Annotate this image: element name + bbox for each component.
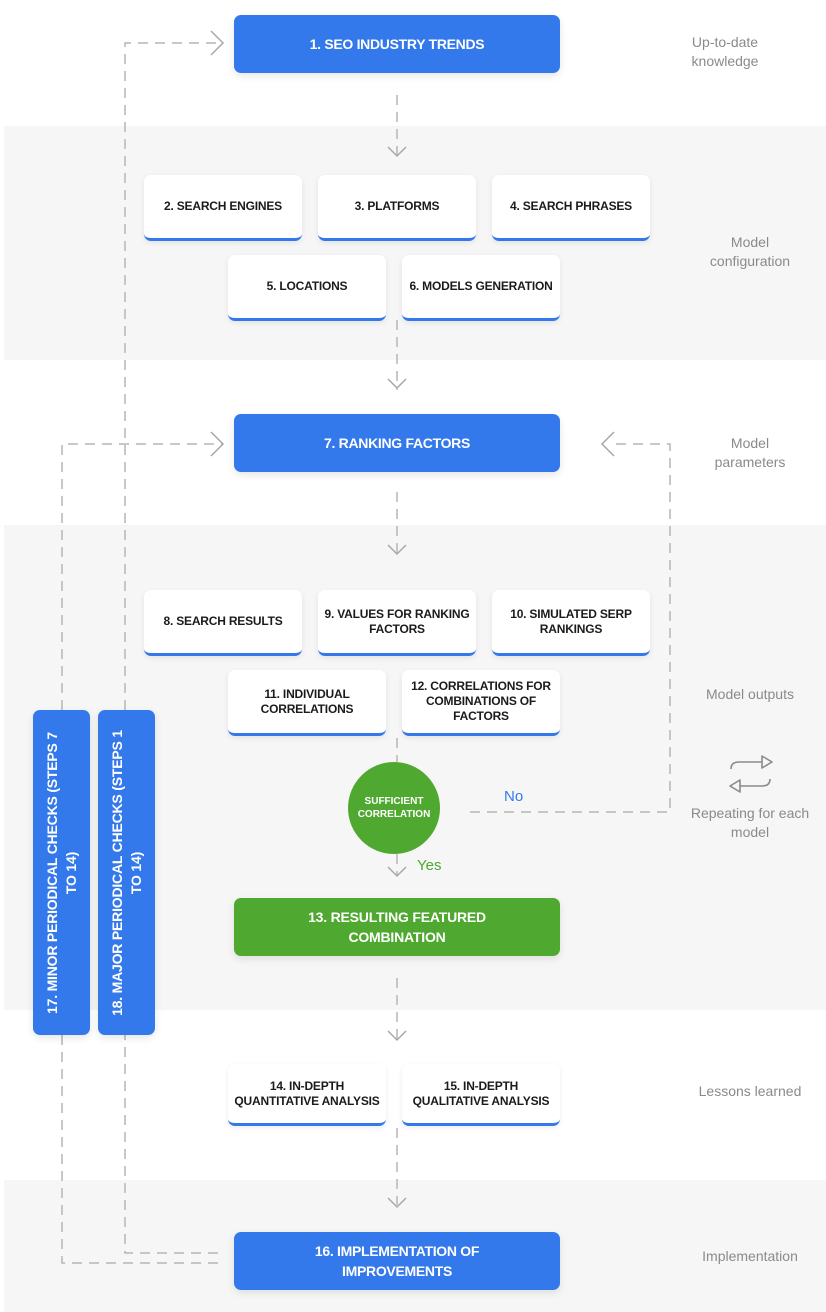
step-3-platforms[interactable]: 3. Platforms xyxy=(318,175,476,241)
step-4-search-phrases[interactable]: 4. Search Phrases xyxy=(492,175,650,241)
decision-label: Sufficient Correlation xyxy=(357,796,431,820)
step-14-in-depth-quantitative-analysis[interactable]: 14. In-depth Quantitative Analysis xyxy=(228,1064,386,1126)
repeat-arrows-icon xyxy=(729,755,773,793)
side-label-repeating: Repeating for each model xyxy=(690,805,810,840)
step-6-models-generation[interactable]: 6. Models Generation xyxy=(402,255,560,321)
decision-no-label: No xyxy=(504,788,524,805)
side-label-knowledge: Up-to-date knowledge xyxy=(691,34,759,69)
decision-sufficient-correlation[interactable]: Sufficient Correlation xyxy=(348,762,440,854)
step-10-simulated-serp-rankings[interactable]: 10. Simulated SERP Rankings xyxy=(492,590,650,656)
step-15-in-depth-qualitative-analysis[interactable]: 15. In-depth Qualitative Analysis xyxy=(402,1064,560,1126)
connector-16-to-17 xyxy=(61,1035,218,1264)
step-1-seo-industry-trends[interactable]: 1. SEO Industry Trends xyxy=(234,15,560,73)
side-label-lessons: Lessons learned xyxy=(698,1083,802,1099)
step-16-implementation-of-improvements[interactable]: 16. Implementation of Improvements xyxy=(234,1232,560,1290)
side-label-implementation: Implementation xyxy=(702,1248,798,1264)
connector-16-to-18 xyxy=(124,1035,218,1254)
step-7-ranking-factors[interactable]: 7. Ranking Factors xyxy=(234,414,560,472)
step-12-correlations-for-combinations[interactable]: 12. Correlations for Combinations of Fac… xyxy=(402,670,560,736)
side-label-outputs: Model outputs xyxy=(706,686,794,702)
step-11-individual-correlations[interactable]: 11. Individual Correlations xyxy=(228,670,386,736)
step-5-locations[interactable]: 5. Locations xyxy=(228,255,386,321)
side-label-parameters: Model parameters xyxy=(714,435,786,470)
connector-17-to-7 xyxy=(61,443,222,710)
step-2-search-engines[interactable]: 2. Search Engines xyxy=(144,175,302,241)
step-18-major-periodical-checks[interactable]: 18. Major Periodical Checks (Steps 1 to … xyxy=(98,710,155,1035)
step-17-minor-periodical-checks[interactable]: 17. Minor Periodical Checks (Steps 7 to … xyxy=(33,710,90,1035)
step-9-values-for-ranking-factors[interactable]: 9. Values for Ranking Factors xyxy=(318,590,476,656)
step-13-resulting-featured-combination[interactable]: 13. Resulting Featured Combination xyxy=(234,898,560,956)
decision-yes-label: Yes xyxy=(417,857,442,874)
side-label-configuration: Model configuration xyxy=(709,234,791,269)
step-18-label: 18. Major Periodical Checks (Steps 1 to … xyxy=(108,729,144,1016)
step-8-search-results[interactable]: 8. Search Results xyxy=(144,590,302,656)
arrowhead-left-7 xyxy=(600,431,615,457)
step-17-label: 17. Minor Periodical Checks (Steps 7 to … xyxy=(43,731,79,1014)
